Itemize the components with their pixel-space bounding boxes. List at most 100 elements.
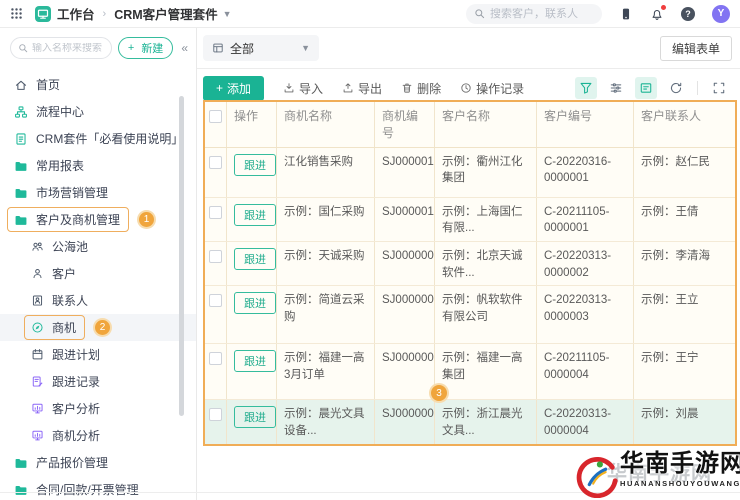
row-checkbox-cell — [205, 242, 227, 286]
add-button-label: 添加 — [227, 81, 252, 96]
column-settings-button[interactable] — [605, 77, 627, 99]
follow-up-button[interactable]: 跟进 — [234, 350, 276, 373]
row-checkbox[interactable] — [209, 155, 222, 169]
new-button[interactable]: + 新建 — [117, 37, 174, 59]
follow-up-button[interactable]: 跟进 — [234, 406, 276, 429]
opportunity-number: SJ0000009 — [375, 242, 435, 286]
view-selector[interactable]: 全部 ▼ — [203, 35, 319, 61]
table-row[interactable]: 跟进 示例：福建一高3月订单 SJ0000006 示例：福建一高集团 C-2021110… — [205, 344, 735, 401]
chart-icon — [31, 429, 44, 442]
row-checkbox[interactable] — [209, 352, 222, 366]
row-checkbox[interactable] — [209, 294, 222, 308]
mobile-app-icon[interactable] — [619, 7, 633, 21]
column-header[interactable]: 商机编号 — [375, 102, 435, 147]
view-bar: 全部 ▼ 编辑表单 — [203, 35, 732, 61]
refresh-button[interactable] — [665, 77, 687, 99]
export-button[interactable]: 导出 — [342, 80, 382, 97]
help-icon[interactable]: ? — [681, 6, 695, 21]
sidebar-item[interactable]: 客户及商机管理 1 — [0, 206, 196, 233]
global-search-input[interactable] — [490, 7, 594, 20]
row-checkbox[interactable] — [209, 408, 222, 422]
sidebar-item[interactable]: 联系人 — [0, 287, 196, 314]
export-icon — [342, 82, 354, 94]
column-header[interactable]: 客户联系人 — [634, 102, 735, 147]
sidebar-item[interactable]: 客户 — [0, 260, 196, 287]
sidebar-item[interactable]: 商机 2 — [0, 314, 196, 341]
site-logo-icon — [574, 452, 620, 498]
folder-icon — [14, 456, 28, 470]
sidebar-item-label: 跟进计划 — [52, 348, 101, 362]
collapse-sidebar-icon[interactable]: « — [179, 41, 190, 55]
follow-up-button[interactable]: 跟进 — [234, 292, 276, 315]
sidebar-item-inner: 商机 — [24, 315, 86, 340]
sidebar-item[interactable]: 流程中心› — [0, 98, 196, 125]
operation-history-button[interactable]: 操作记录 — [460, 80, 524, 97]
toolbar-icons — [575, 77, 730, 99]
customer-number: C-20211105-0000004 — [537, 344, 634, 400]
home-icon — [14, 78, 28, 92]
sidebar-item-label: 联系人 — [52, 294, 89, 308]
fullscreen-button[interactable] — [708, 77, 730, 99]
table-row[interactable]: 跟进 示例：国仁采购 SJ0000011 示例：上海国仁有限... C-20211105… — [205, 197, 735, 243]
sidebar-item-label: 客户及商机管理 — [36, 213, 121, 227]
sidebar-item[interactable]: 常用报表 — [0, 152, 196, 179]
follow-up-button[interactable]: 跟进 — [234, 203, 276, 226]
workspace-app-icon[interactable] — [35, 5, 51, 22]
app-grid-icon[interactable] — [10, 7, 23, 20]
record-icon — [31, 375, 44, 388]
opportunity-number: SJ0000008 — [375, 286, 435, 344]
column-header[interactable]: 客户编号 — [537, 102, 634, 147]
column-header[interactable]: 商机名称 — [277, 102, 375, 147]
sidebar-item[interactable]: 产品报价管理 — [0, 449, 196, 476]
import-button[interactable]: 导入 — [283, 80, 323, 97]
row-checkbox[interactable] — [209, 205, 222, 219]
chart-icon — [31, 402, 44, 415]
table-row[interactable]: 跟进 示例：晨光文具设备... SJ0000004 示例：浙江晨光文具... C-202… — [205, 400, 735, 444]
table-row[interactable]: 跟进 示例：天诚采购 SJ0000009 示例：北京天诚软件... C-20220313… — [205, 242, 735, 287]
sidebar-item[interactable]: 跟进计划 — [0, 341, 196, 368]
column-header[interactable]: 客户名称 — [435, 102, 537, 147]
table-row[interactable]: 跟进 示例：简道云采购 SJ0000008 示例：帆软软件有限公司 C-20220313… — [205, 286, 735, 345]
customer-number: C-20220313-0000004 — [537, 400, 634, 444]
person-icon — [31, 267, 44, 280]
filter-funnel-icon — [579, 81, 593, 95]
sheet-view-button[interactable] — [635, 77, 657, 99]
filter-button[interactable] — [575, 77, 597, 99]
table-header-row: 操作 商机名称 商机编号 客户名称 客户编号 客户联系人 — [205, 102, 735, 148]
sidebar-item[interactable]: 公海池 — [0, 233, 196, 260]
table-row[interactable]: 跟进 江化销售采购 SJ0000012 示例：衢州江化集团 C-20220316-000… — [205, 147, 735, 198]
add-button[interactable]: + 添加 — [203, 75, 265, 101]
customer-name: 示例：帆软软件有限公司 — [435, 286, 537, 344]
delete-button[interactable]: 删除 — [401, 80, 441, 97]
suite-caret-down-icon[interactable]: ▼ — [223, 9, 232, 19]
customer-name: 示例：福建一高集团 — [435, 344, 537, 400]
column-header[interactable]: 操作 — [227, 102, 277, 147]
global-search[interactable] — [466, 3, 602, 24]
sidebar-item[interactable]: 市场营销管理 — [0, 179, 196, 206]
row-checkbox[interactable] — [209, 250, 222, 264]
workspace-label[interactable]: 工作台 — [57, 4, 95, 23]
notifications-bell-icon[interactable] — [650, 4, 666, 21]
divider — [697, 81, 698, 95]
sidebar-item[interactable]: 商机分析 — [0, 422, 196, 449]
sidebar-scrollbar[interactable] — [179, 96, 184, 416]
sidebar-item-label: 产品报价管理 — [36, 456, 109, 470]
sidebar-item[interactable]: CRM套件「必看使用说明」 — [0, 125, 196, 152]
trash-icon — [401, 82, 413, 94]
sidebar-search-input[interactable] — [32, 42, 104, 54]
sidebar-search[interactable] — [10, 37, 112, 59]
search-icon — [18, 43, 28, 53]
suite-title[interactable]: CRM客户管理套件 — [114, 4, 217, 23]
follow-up-button[interactable]: 跟进 — [234, 248, 276, 271]
follow-up-button[interactable]: 跟进 — [234, 153, 276, 176]
user-avatar[interactable]: Y — [712, 4, 730, 23]
select-all-checkbox[interactable] — [209, 110, 222, 123]
edit-form-button[interactable]: 编辑表单 — [659, 35, 732, 61]
column-settings-icon — [609, 81, 623, 95]
customer-number: C-20220316-0000001 — [537, 147, 634, 197]
sidebar-item[interactable]: 首页 — [0, 71, 196, 98]
sidebar-item[interactable]: 跟进记录 — [0, 368, 196, 395]
sidebar-item[interactable]: 合同/回款/开票管理 — [0, 476, 196, 500]
sidebar-item-label: 公海池 — [52, 240, 89, 254]
sidebar-item[interactable]: 客户分析 — [0, 395, 196, 422]
